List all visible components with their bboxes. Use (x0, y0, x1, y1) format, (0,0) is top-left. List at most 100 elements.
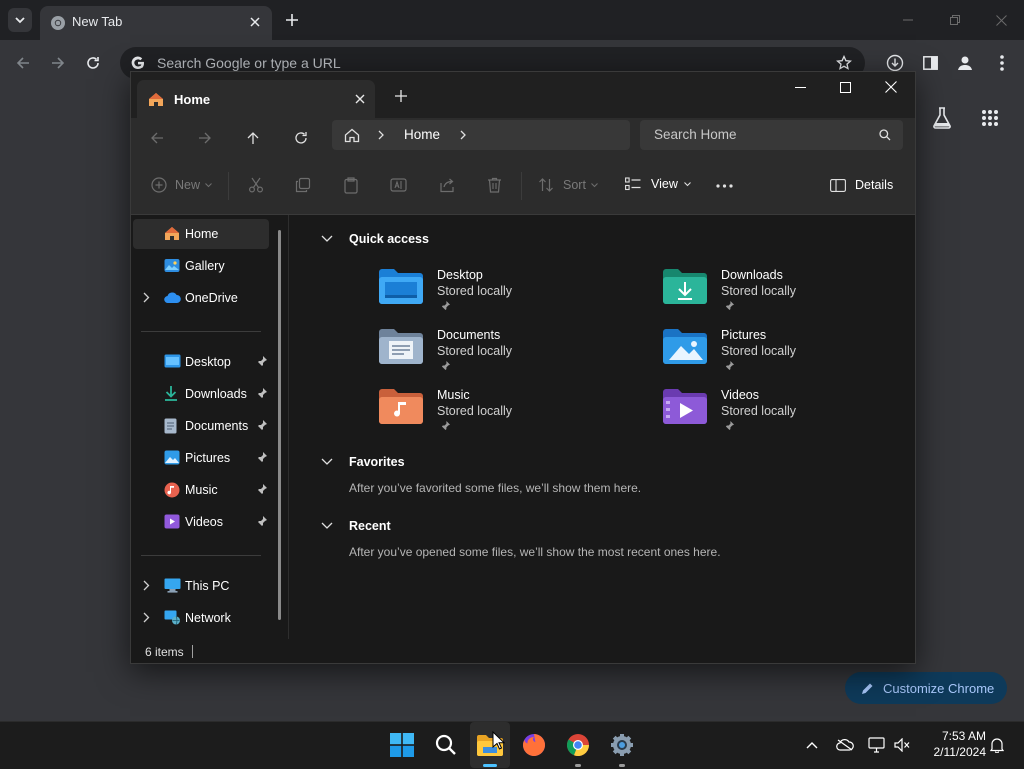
nav-item-videos[interactable]: Videos (133, 507, 269, 537)
pin-icon (725, 361, 734, 371)
explorer-close-button[interactable] (879, 75, 903, 99)
nav-item-pictures[interactable]: Pictures (133, 443, 269, 473)
close-tab-button[interactable] (246, 13, 264, 31)
profile-button[interactable] (952, 50, 978, 76)
quick-access-desktop[interactable]: Desktop Stored locally (379, 268, 639, 328)
pin-icon[interactable] (257, 388, 267, 399)
view-button[interactable]: View (625, 177, 691, 191)
explorer-forward-button[interactable] (193, 126, 217, 150)
copy-button[interactable] (295, 177, 311, 193)
see-more-button[interactable] (716, 184, 733, 188)
nav-item-network[interactable]: Network (133, 603, 269, 633)
notifications-button[interactable] (986, 722, 1008, 768)
customize-chrome-button[interactable]: Customize Chrome (845, 672, 1007, 704)
new-button[interactable]: New (151, 177, 212, 193)
nav-label: Home (185, 227, 219, 241)
start-button[interactable] (382, 722, 422, 768)
chevron-right-icon[interactable] (143, 580, 150, 591)
chevron-right-icon[interactable] (143, 612, 150, 623)
restore-icon (950, 15, 960, 25)
delete-button[interactable] (487, 177, 502, 193)
taskbar-search-button[interactable] (426, 722, 466, 768)
quick-access-documents[interactable]: Documents Stored locally (379, 328, 639, 388)
chevron-down-icon[interactable] (321, 235, 333, 243)
nav-item-documents[interactable]: Documents (133, 411, 269, 441)
explorer-up-button[interactable] (241, 126, 265, 150)
running-app-indicator (575, 764, 581, 767)
documents-folder-icon (379, 329, 423, 364)
rename-button[interactable] (390, 177, 407, 193)
volume-tray-button[interactable] (890, 722, 914, 768)
quick-access-pictures[interactable]: Pictures Stored locally (663, 328, 915, 388)
nav-item-music[interactable]: Music (133, 475, 269, 505)
chrome-restore-button[interactable] (943, 10, 967, 30)
chevron-down-icon[interactable] (321, 458, 333, 466)
taskbar-chrome[interactable] (558, 722, 598, 768)
onedrive-tray-button[interactable] (833, 722, 857, 768)
forward-button[interactable] (45, 50, 71, 76)
tile-status: Stored locally (721, 344, 797, 358)
nav-scrollbar[interactable] (278, 230, 281, 620)
nav-item-onedrive[interactable]: OneDrive (133, 283, 269, 313)
tile-status: Stored locally (721, 404, 797, 418)
clock[interactable]: 7:53 AM 2/11/2024 (920, 728, 987, 760)
pin-icon[interactable] (257, 356, 267, 367)
new-explorer-tab-button[interactable] (391, 86, 411, 106)
explorer-refresh-button[interactable] (289, 126, 313, 150)
breadcrumb-chevron-icon[interactable] (460, 130, 467, 140)
nav-item-gallery[interactable]: Gallery (133, 251, 269, 281)
close-explorer-tab-button[interactable] (351, 90, 369, 108)
taskbar-firefox[interactable] (514, 722, 554, 768)
quick-access-title[interactable]: Quick access (349, 232, 429, 246)
downloads-folder-icon (165, 386, 177, 401)
quick-access-videos[interactable]: Videos Stored locally (663, 388, 915, 448)
network-tray-button[interactable] (865, 722, 889, 768)
favorites-title[interactable]: Favorites (349, 455, 405, 469)
back-button[interactable] (10, 50, 36, 76)
explorer-tab-home[interactable]: Home (137, 80, 375, 118)
tab-search-button[interactable] (8, 8, 32, 32)
pin-icon (441, 301, 450, 311)
gallery-icon (164, 259, 180, 272)
chrome-minimize-button[interactable] (896, 10, 920, 30)
show-hidden-icons-button[interactable] (800, 722, 824, 768)
sort-button[interactable]: Sort (538, 177, 598, 193)
nav-item-this-pc[interactable]: This PC (133, 571, 269, 601)
chrome-menu-button[interactable] (990, 50, 1014, 76)
pin-icon[interactable] (257, 516, 267, 527)
taskbar-settings[interactable] (602, 722, 642, 768)
clipboard-icon (344, 177, 358, 194)
nav-item-desktop[interactable]: Desktop (133, 347, 269, 377)
nav-item-home[interactable]: Home (133, 219, 269, 249)
pin-icon[interactable] (257, 452, 267, 463)
explorer-maximize-button[interactable] (833, 75, 857, 99)
cut-button[interactable] (248, 177, 264, 193)
details-pane-button[interactable]: Details (830, 178, 893, 192)
side-panel-button[interactable] (917, 50, 943, 76)
explorer-back-button[interactable] (145, 126, 169, 150)
search-placeholder: Search Home (654, 127, 737, 142)
address-bar[interactable]: Home (332, 120, 630, 150)
chrome-tab-new-tab[interactable]: New Tab (40, 6, 272, 40)
paste-button[interactable] (343, 177, 359, 194)
share-button[interactable] (439, 177, 455, 193)
chevron-down-icon[interactable] (321, 522, 333, 530)
recent-title[interactable]: Recent (349, 519, 391, 533)
pin-icon[interactable] (257, 484, 267, 495)
pane-divider[interactable] (288, 215, 289, 639)
reload-button[interactable] (80, 50, 106, 76)
chrome-close-button[interactable] (989, 10, 1013, 30)
pin-icon[interactable] (257, 420, 267, 431)
explorer-search-box[interactable]: Search Home (640, 120, 903, 150)
star-icon[interactable] (836, 55, 852, 71)
nav-item-downloads[interactable]: Downloads (133, 379, 269, 409)
new-tab-button[interactable] (282, 10, 302, 30)
labs-button[interactable] (929, 105, 955, 131)
quick-access-music[interactable]: Music Stored locally (379, 388, 639, 448)
explorer-minimize-button[interactable] (788, 75, 812, 99)
chevron-right-icon[interactable] (143, 292, 150, 303)
breadcrumb-home[interactable]: Home (404, 127, 440, 142)
google-apps-button[interactable] (977, 105, 1003, 131)
videos-folder-icon (663, 389, 707, 424)
quick-access-downloads[interactable]: Downloads Stored locally (663, 268, 915, 328)
